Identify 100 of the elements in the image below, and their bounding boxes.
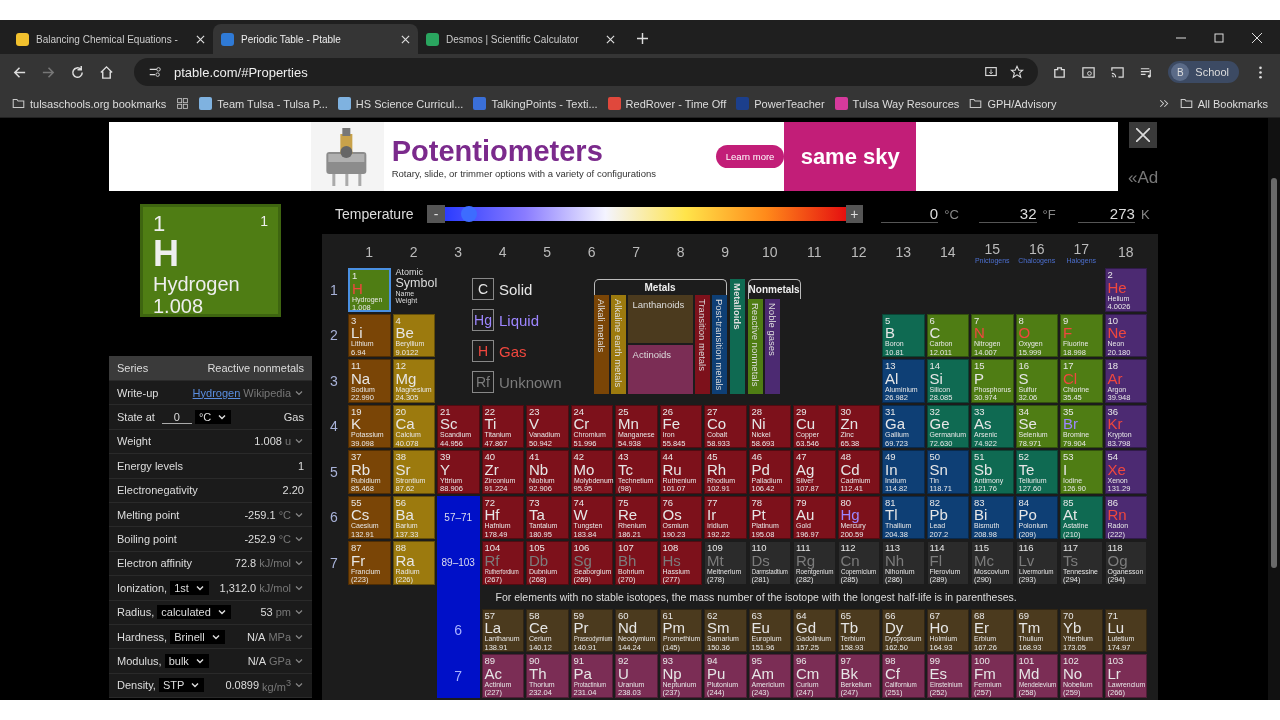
star-icon[interactable] [1010, 65, 1025, 79]
install-icon[interactable] [984, 65, 999, 79]
browser-tab[interactable]: Desmos | Scientific Calculator [418, 24, 623, 54]
group-number[interactable]: 12 [850, 244, 867, 260]
close-icon[interactable] [606, 34, 615, 44]
plus-icon[interactable] [637, 33, 648, 44]
profile-chip[interactable]: B School [1168, 61, 1239, 83]
category-title[interactable]: Nonmetals [748, 284, 800, 295]
browser-tab[interactable]: Balancing Chemical Equations - [8, 24, 213, 54]
chevron-icon[interactable] [294, 656, 304, 666]
option-dropdown[interactable]: STP [158, 678, 205, 693]
close-icon[interactable] [196, 34, 205, 44]
learn-more-button[interactable]: Learn more [715, 145, 785, 168]
series-key[interactable]: Alkali metals [593, 294, 609, 394]
group-number[interactable]: 2 [409, 244, 418, 260]
state-label[interactable]: Unknown [499, 373, 562, 391]
period-number[interactable]: 7 [330, 541, 346, 585]
source-label[interactable]: Wikipedia [243, 386, 291, 399]
group-number[interactable]: 15 [984, 240, 1001, 257]
group-number[interactable]: 3 [454, 244, 463, 260]
close-button[interactable] [1129, 122, 1158, 148]
group-number[interactable]: 7 [632, 244, 641, 260]
period-number[interactable]: 6 [330, 495, 346, 539]
unit-label[interactable]: MPa [268, 630, 291, 643]
close-icon[interactable] [1252, 33, 1262, 43]
bookmark[interactable]: GPH/Advisory [969, 97, 1057, 110]
group-number[interactable]: 6 [587, 244, 596, 260]
period-number[interactable]: 1 [330, 268, 346, 312]
increase-button[interactable]: + [845, 205, 863, 223]
cast-icon[interactable] [1110, 64, 1126, 80]
option-dropdown[interactable]: Brinell [170, 629, 225, 644]
state-label[interactable]: Gas [499, 342, 527, 360]
category-title[interactable]: Metals [644, 281, 676, 293]
apps-grid-icon[interactable] [176, 97, 190, 110]
group-number[interactable]: 5 [543, 244, 552, 260]
site-info-icon[interactable] [148, 65, 162, 79]
bookmark[interactable]: PowerTeacher [736, 97, 825, 110]
unit-label[interactable]: kg/m$^{3}$ [262, 678, 291, 693]
period-number[interactable]: 5 [330, 450, 346, 494]
temperature-field[interactable]: 273 [1077, 205, 1135, 223]
temperature-input[interactable]: 0 [161, 410, 192, 424]
scrollbar[interactable] [1268, 118, 1280, 700]
unit-label[interactable]: °C [278, 508, 291, 521]
series-key[interactable]: Actinoids [627, 345, 693, 394]
group-number[interactable]: 16 [1028, 240, 1045, 257]
scrollbar-thumb[interactable] [1271, 178, 1277, 568]
browser-tab[interactable]: Periodic Table - Ptable [213, 24, 418, 54]
state-label[interactable]: Solid [499, 280, 533, 298]
bookmark[interactable]: All Bookmarks [1179, 97, 1268, 110]
unit-label[interactable]: kJ/mol [259, 581, 291, 594]
series-key[interactable]: Post-transition metals [711, 294, 727, 394]
unit-label[interactable]: pm [275, 606, 291, 619]
period-number[interactable]: 7 [437, 654, 480, 698]
period-number[interactable]: 2 [330, 313, 346, 357]
state-label[interactable]: Liquid [499, 311, 540, 329]
period-number[interactable]: 4 [330, 404, 346, 448]
home-icon[interactable] [99, 64, 114, 80]
group-number[interactable]: 11 [806, 244, 822, 260]
option-dropdown[interactable]: °C [194, 410, 232, 425]
maximize-icon[interactable] [1214, 33, 1224, 43]
unit-label[interactable]: °C [278, 533, 291, 546]
decrease-button[interactable]: - [427, 205, 445, 223]
group-number[interactable]: 10 [761, 244, 778, 260]
address-bar[interactable]: ptable.com/#Properties [134, 58, 1039, 86]
unit-label[interactable]: u [284, 435, 291, 448]
unit-label[interactable]: kJ/mol [259, 557, 291, 570]
series-key[interactable]: Metalloids [729, 279, 745, 394]
ad-label[interactable]: «Ad [1128, 168, 1159, 188]
group-number[interactable]: 18 [1117, 244, 1134, 260]
option-dropdown[interactable]: 1st [170, 580, 209, 595]
period-number[interactable]: 6 [437, 608, 480, 652]
series-key[interactable]: Reactive nonmetals [747, 299, 763, 394]
state-swatch[interactable]: Rf [472, 371, 494, 393]
series-key[interactable]: Transition metals [694, 294, 710, 394]
ad-banner[interactable]: Potentiometers Rotary, slide, or trimmer options with a variety of configurations Learn more same sky [109, 122, 1118, 191]
unit-label[interactable]: GPa [269, 655, 291, 667]
group-number[interactable]: 1 [365, 244, 374, 260]
close-icon[interactable] [401, 34, 410, 44]
group-number[interactable]: 9 [721, 244, 730, 260]
option-dropdown[interactable]: bulk [164, 654, 209, 668]
group-number[interactable]: 17 [1073, 240, 1090, 257]
temperature-field[interactable]: 0 [881, 205, 939, 223]
option-dropdown[interactable]: calculated [157, 605, 231, 620]
period-number[interactable]: 3 [330, 359, 346, 403]
state-swatch[interactable]: C [472, 278, 494, 300]
state-swatch[interactable]: Hg [472, 309, 494, 331]
range-label[interactable]: 57–71 [437, 495, 480, 539]
series-key[interactable]: Lanthanoids [627, 294, 693, 344]
temperature-field[interactable]: 32 [979, 205, 1037, 223]
group-number[interactable]: 13 [895, 244, 912, 260]
range-label[interactable]: 89–103 [437, 541, 480, 585]
group-number[interactable]: 8 [676, 244, 685, 260]
reload-icon[interactable] [70, 64, 85, 80]
write-up-link[interactable]: Hydrogen [192, 386, 241, 399]
group-number[interactable]: 14 [939, 244, 956, 260]
state-swatch[interactable]: H [472, 340, 494, 362]
temperature-slider[interactable] [444, 207, 846, 221]
series-key[interactable]: Noble gases [764, 299, 780, 394]
slider-thumb[interactable] [460, 206, 477, 222]
group-number[interactable]: 4 [498, 244, 507, 260]
